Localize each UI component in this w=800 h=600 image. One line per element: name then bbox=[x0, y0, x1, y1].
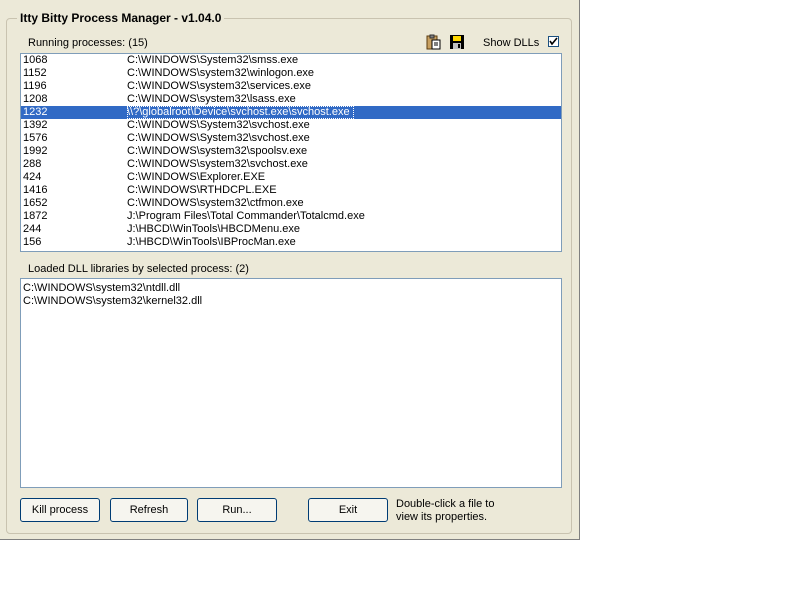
process-path: C:\WINDOWS\System32\smss.exe bbox=[127, 54, 299, 66]
process-row[interactable]: 1872 J:\Program Files\Total Commander\Tot… bbox=[21, 210, 561, 223]
dll-row[interactable]: C:\WINDOWS\system32\ntdll.dll bbox=[21, 282, 561, 295]
processes-label: Running processes: (15) bbox=[28, 37, 148, 49]
process-list[interactable]: 1068 C:\WINDOWS\System32\smss.exe 1152 C:\W… bbox=[20, 53, 562, 252]
process-pid: 1208 bbox=[23, 93, 48, 105]
process-pid: 244 bbox=[23, 223, 42, 235]
process-pid: 1232 bbox=[23, 106, 48, 118]
process-row[interactable]: 424 C:\WINDOWS\Explorer.EXE bbox=[21, 171, 561, 184]
process-row[interactable]: 1232 \\?\globalroot\Device\svchost.exe\sv… bbox=[21, 106, 561, 119]
kill-process-label: Kill process bbox=[31, 504, 89, 516]
dll-label: Loaded DLL libraries by selected process… bbox=[28, 263, 249, 275]
refresh-label: Refresh bbox=[129, 504, 169, 516]
process-row[interactable]: 1196 C:\WINDOWS\system32\services.exe bbox=[21, 80, 561, 93]
process-path: C:\WINDOWS\Explorer.EXE bbox=[127, 171, 266, 183]
process-row[interactable]: 1416 C:\WINDOWS\RTHDCPL.EXE bbox=[21, 184, 561, 197]
process-path: J:\HBCD\WinTools\IBProcMan.exe bbox=[127, 236, 296, 248]
process-pid: 1152 bbox=[23, 67, 47, 79]
process-row[interactable]: 1208 C:\WINDOWS\system32\lsass.exe bbox=[21, 93, 561, 106]
process-path: C:\WINDOWS\System32\svchost.exe bbox=[127, 119, 310, 131]
process-pid: 156 bbox=[23, 236, 42, 248]
window-title: Itty Bitty Process Manager - v1.04.0 bbox=[17, 11, 225, 25]
process-row[interactable]: 1576 C:\WINDOWS\System32\svchost.exe bbox=[21, 132, 561, 145]
process-pid: 288 bbox=[23, 158, 42, 170]
process-path: \\?\globalroot\Device\svchost.exe\svchos… bbox=[127, 106, 354, 119]
dll-list[interactable]: C:\WINDOWS\system32\ntdll.dll C:\WINDOWS\… bbox=[20, 278, 562, 488]
hint-text: Double-click a file to view its properti… bbox=[396, 498, 495, 523]
show-dlls-checkbox[interactable] bbox=[548, 36, 559, 47]
process-path: C:\WINDOWS\system32\svchost.exe bbox=[127, 158, 308, 170]
process-path: C:\WINDOWS\RTHDCPL.EXE bbox=[127, 184, 277, 196]
process-row[interactable]: 1152 C:\WINDOWS\system32\winlogon.exe bbox=[21, 67, 561, 80]
process-pid: 1196 bbox=[23, 80, 47, 92]
process-pid: 1872 bbox=[23, 210, 48, 222]
run-label: Run... bbox=[222, 504, 252, 516]
process-pid: 1068 bbox=[23, 54, 48, 66]
exit-button[interactable]: Exit bbox=[308, 498, 388, 522]
process-row[interactable]: 1392 C:\WINDOWS\System32\svchost.exe bbox=[21, 119, 561, 132]
process-pid: 1416 bbox=[23, 184, 48, 196]
process-path: J:\HBCD\WinTools\HBCDMenu.exe bbox=[127, 223, 300, 235]
process-pid: 1576 bbox=[23, 132, 48, 144]
process-row[interactable]: 1992 C:\WINDOWS\system32\spoolsv.exe bbox=[21, 145, 561, 158]
main-window: Itty Bitty Process Manager - v1.04.0 Run… bbox=[0, 0, 580, 540]
process-row[interactable]: 1652 C:\WINDOWS\system32\ctfmon.exe bbox=[21, 197, 561, 210]
process-path: C:\WINDOWS\system32\winlogon.exe bbox=[127, 67, 315, 79]
refresh-button[interactable]: Refresh bbox=[110, 498, 188, 522]
clipboard-icon[interactable] bbox=[425, 34, 441, 50]
process-row[interactable]: 244 J:\HBCD\WinTools\HBCDMenu.exe bbox=[21, 223, 561, 236]
run-button[interactable]: Run... bbox=[197, 498, 277, 522]
process-path: C:\WINDOWS\system32\services.exe bbox=[127, 80, 311, 92]
floppy-disk-icon[interactable] bbox=[449, 34, 465, 50]
show-dlls-label: Show DLLs bbox=[483, 37, 540, 49]
process-row[interactable]: 156 J:\HBCD\WinTools\IBProcMan.exe bbox=[21, 236, 561, 249]
process-row[interactable]: 1068 C:\WINDOWS\System32\smss.exe bbox=[21, 54, 561, 67]
process-pid: 424 bbox=[23, 171, 42, 183]
process-path: J:\Program Files\Total Commander\Totalcm… bbox=[127, 210, 365, 222]
process-pid: 1652 bbox=[23, 197, 48, 209]
dll-row[interactable]: C:\WINDOWS\system32\kernel32.dll bbox=[21, 295, 561, 308]
kill-process-button[interactable]: Kill process bbox=[20, 498, 100, 522]
process-path: C:\WINDOWS\system32\lsass.exe bbox=[127, 93, 296, 105]
exit-label: Exit bbox=[338, 504, 358, 516]
process-path: C:\WINDOWS\system32\spoolsv.exe bbox=[127, 145, 308, 157]
process-pid: 1992 bbox=[23, 145, 48, 157]
process-path: C:\WINDOWS\system32\ctfmon.exe bbox=[127, 197, 304, 209]
process-path: C:\WINDOWS\System32\svchost.exe bbox=[127, 132, 310, 144]
process-pid: 1392 bbox=[23, 119, 48, 131]
process-row[interactable]: 288 C:\WINDOWS\system32\svchost.exe bbox=[21, 158, 561, 171]
